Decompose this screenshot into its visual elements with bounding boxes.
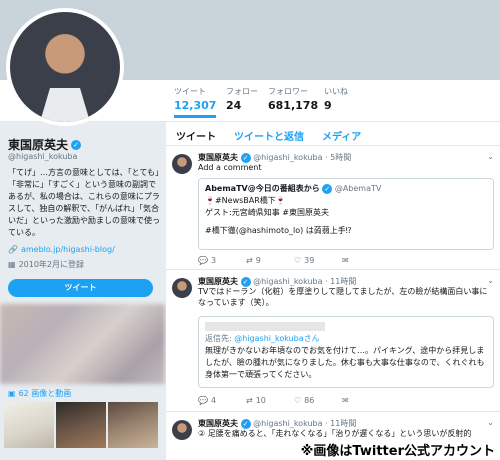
stat-likes-label: いいね	[324, 87, 348, 96]
stat-following-value: 24	[226, 99, 242, 112]
quoted-author-name: AbemaTV@今日の番組表から	[205, 184, 320, 193]
stat-following[interactable]: フォロー 24	[226, 86, 258, 112]
tweet-actions: 💬 4 ⇄ 10 ♡ 86 ✉	[198, 396, 390, 405]
image-credit-caption: ※画像はTwitter公式アカウント	[297, 439, 498, 460]
profile-bio: 「てげ」…方言の意味としては、「とても」「非常に」「すごく」という意味の副詞であ…	[8, 168, 160, 237]
profile-name-text: 東国原英夫	[8, 138, 69, 152]
stat-tweets-value: 12,307	[174, 99, 217, 112]
tab-tweets[interactable]: ツイート	[176, 128, 216, 143]
tweet-author-handle: @higashi_kokuba	[253, 153, 323, 162]
stat-likes-value: 9	[324, 99, 332, 112]
reply-button[interactable]: 💬 4	[198, 396, 246, 405]
tweet-author-name[interactable]: 東国原英夫	[198, 153, 238, 162]
quoted-text: 無理がきかないお年頃なのでお気を付けて…。パイキング、途中から拝見しましたが、瞼…	[205, 346, 485, 379]
tweet-text: Add a comment	[198, 163, 262, 172]
tweet-time[interactable]: 11時間	[330, 277, 356, 286]
profile-link[interactable]: 🔗 ameblo.jp/higashi-blog/	[8, 245, 115, 254]
media-thumbnail[interactable]	[56, 402, 106, 448]
stat-followers-value: 681,178	[268, 99, 319, 112]
stat-tweets[interactable]: ツイート 12,307	[174, 86, 217, 118]
stat-tweets-label: ツイート	[174, 87, 206, 96]
tab-tweets-and-replies[interactable]: ツイートと返信	[234, 128, 304, 143]
quoted-tweet[interactable]: 返信先: @higashi_kokubaさん 無理がきかないお年頃なのでお気を付…	[198, 316, 494, 388]
verified-badge-icon: ✓	[71, 139, 82, 150]
media-thumbnail[interactable]	[108, 402, 158, 448]
tweet-2[interactable]: 東国原英夫 ✓ @higashi_kokuba · 11時間 ⌄ TVではドーラ…	[166, 272, 500, 412]
profile-link-text[interactable]: ameblo.jp/higashi-blog/	[21, 245, 115, 254]
retweet-count: 10	[255, 396, 266, 405]
tweet-author-handle: @higashi_kokuba	[253, 419, 323, 428]
tweet-author-name[interactable]: 東国原英夫	[198, 419, 238, 428]
tweet-button[interactable]: ツイート	[8, 279, 153, 297]
message-button[interactable]: ✉	[342, 256, 390, 265]
profile-joined-text: 2010年2月に登録	[18, 260, 85, 269]
quoted-reply-to-label: 返信先:	[205, 334, 235, 343]
retweet-icon: ⇄	[246, 396, 253, 405]
tweet-actions: 💬 3 ⇄ 9 ♡ 39 ✉	[198, 256, 390, 265]
stat-followers-label: フォロワー	[268, 87, 308, 96]
quoted-reply-to: 返信先: @higashi_kokubaさん	[205, 333, 487, 345]
quoted-tweet[interactable]: AbemaTV@今日の番組表から ✓ @AbemaTV 🍷#NewsBAR橋下🍷…	[198, 178, 494, 250]
heart-icon: ♡	[294, 256, 302, 265]
retweet-button[interactable]: ⇄ 10	[246, 396, 294, 405]
retweet-button[interactable]: ⇄ 9	[246, 256, 294, 265]
media-thumbnails	[4, 402, 158, 448]
quoted-reply-to-handle[interactable]: @higashi_kokubaさん	[234, 334, 319, 343]
tweet-author-name[interactable]: 東国原英夫	[198, 277, 238, 286]
chevron-down-icon[interactable]: ⌄	[487, 152, 494, 161]
like-count: 39	[304, 256, 315, 265]
tweet-avatar[interactable]	[172, 420, 192, 440]
tweet-text: ② 足腰を痛めると、「走れなくなる」「治りが遅くなる」という思いが反射的	[198, 429, 472, 438]
quoted-line-1: 🍷#NewsBAR橋下🍷	[205, 196, 286, 205]
mail-icon: ✉	[342, 256, 349, 265]
tweet-1[interactable]: 東国原英夫 ✓ @higashi_kokuba · 5時間 ⌄ Add a co…	[166, 148, 500, 270]
quoted-author-handle: @AbemaTV	[334, 184, 382, 193]
stat-likes[interactable]: いいね 9	[324, 86, 348, 112]
stat-following-label: フォロー	[226, 87, 258, 96]
tweet-time[interactable]: 11時間	[330, 419, 356, 428]
reply-icon: 💬	[198, 396, 208, 405]
tweet-avatar[interactable]	[172, 154, 192, 174]
chevron-down-icon[interactable]: ⌄	[487, 276, 494, 285]
tweet-time[interactable]: 5時間	[330, 153, 351, 162]
message-button[interactable]: ✉	[342, 396, 390, 405]
reply-button[interactable]: 💬 3	[198, 256, 246, 265]
quoted-line-3: #橋下徹(@hashimoto_lo) は蒟蒻上手⁉	[205, 226, 352, 235]
reply-count: 4	[210, 396, 217, 405]
tweet-text: TVではドーラン（化粧）を厚塗りして隠してましたが、左の瞼が結構面白い事になって…	[198, 287, 488, 307]
tweet-author-handle: @higashi_kokuba	[253, 277, 323, 286]
profile-name: 東国原英夫 ✓	[8, 136, 82, 153]
redacted-area	[205, 322, 325, 331]
mail-icon: ✉	[342, 396, 349, 405]
image-icon: ▣	[8, 389, 16, 398]
media-link[interactable]: ▣ 62 画像と動画	[8, 388, 71, 399]
quoted-line-2: ゲスト:元宮崎県知事 #東国原英夫	[205, 208, 329, 217]
media-thumbnail[interactable]	[4, 402, 54, 448]
stat-followers[interactable]: フォロワー 681,178	[268, 86, 318, 112]
chevron-down-icon[interactable]: ⌄	[487, 418, 494, 427]
reply-icon: 💬	[198, 256, 208, 265]
calendar-icon: ▦	[8, 260, 16, 269]
tweet-avatar[interactable]	[172, 278, 192, 298]
timeline-tabs: ツイート ツイートと返信 メディア	[166, 124, 500, 146]
heart-icon: ♡	[294, 396, 302, 405]
link-icon: 🔗	[8, 245, 18, 254]
retweet-icon: ⇄	[246, 256, 253, 265]
like-button[interactable]: ♡ 39	[294, 256, 342, 265]
like-button[interactable]: ♡ 86	[294, 396, 342, 405]
profile-avatar[interactable]	[6, 8, 124, 126]
retweet-count: 9	[255, 256, 261, 265]
verified-badge-icon: ✓	[322, 184, 333, 194]
profile-joined: ▦ 2010年2月に登録	[8, 259, 84, 270]
media-link-text[interactable]: 62 画像と動画	[19, 388, 72, 399]
profile-handle: @higashi_kokuba	[8, 152, 78, 161]
tab-media[interactable]: メディア	[322, 128, 361, 143]
blurred-region	[0, 304, 165, 384]
like-count: 86	[304, 396, 315, 405]
reply-count: 3	[210, 256, 217, 265]
